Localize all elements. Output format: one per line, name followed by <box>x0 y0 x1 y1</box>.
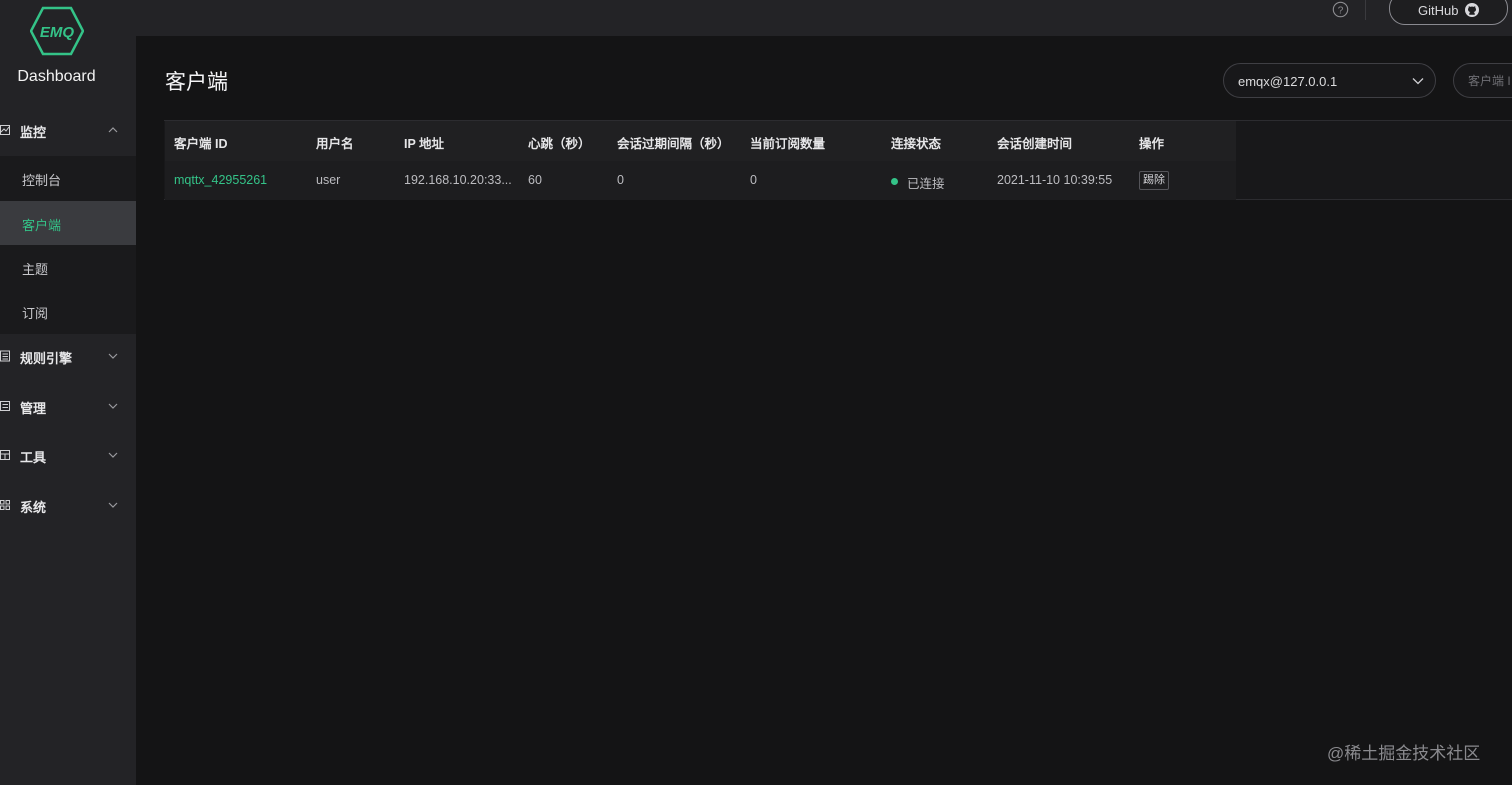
top-bar <box>136 0 1512 36</box>
menu-group-label: 规则引擎 <box>20 351 73 366</box>
chevron-up-icon <box>108 127 118 133</box>
emq-logo-icon: EMQ <box>30 6 84 56</box>
menu-group-monitor[interactable]: 监控 <box>0 108 136 154</box>
sidebar-item-topics[interactable]: 主题 <box>0 245 136 289</box>
status-badge: 已连接 <box>907 177 945 191</box>
column-header: 客户端 ID <box>174 137 228 151</box>
sidebar-item-subscriptions[interactable]: 订阅 <box>0 289 136 333</box>
column-header: 用户名 <box>316 137 354 151</box>
chevron-down-icon <box>108 403 118 409</box>
app-name: Dashboard <box>17 68 96 85</box>
menu-group-rule-engine[interactable]: 规则引擎 <box>0 334 136 380</box>
chevron-down-icon <box>1412 78 1424 85</box>
menu-group-tools[interactable]: 工具 <box>0 433 136 479</box>
menu-group-label: 系统 <box>20 500 47 515</box>
manage-icon <box>0 401 10 411</box>
menu-group-label: 管理 <box>20 401 47 416</box>
cell-created-at: 2021-11-10 10:39:55 <box>997 173 1113 187</box>
github-icon <box>1465 3 1479 17</box>
menu-group-label: 监控 <box>20 125 47 140</box>
chevron-down-icon <box>108 353 118 359</box>
sidebar-item-clients[interactable]: 客户端 <box>0 201 136 245</box>
cell-keepalive: 60 <box>528 173 542 187</box>
sidebar-item-dashboard[interactable]: 控制台 <box>0 156 136 200</box>
status-dot-icon <box>891 178 898 185</box>
watermark: @稀土掘金技术社区 <box>1327 744 1481 763</box>
cell-username: user <box>316 173 341 187</box>
cell-expiry: 0 <box>617 173 624 187</box>
column-header: IP 地址 <box>404 137 445 151</box>
help-icon[interactable]: ? <box>1332 1 1349 18</box>
column-header: 当前订阅数量 <box>750 137 826 151</box>
client-search-input[interactable] <box>1453 63 1512 98</box>
column-header: 操作 <box>1139 137 1165 151</box>
sidebar-item-label: 主题 <box>22 262 49 277</box>
node-select-value: emqx@127.0.0.1 <box>1238 74 1338 89</box>
github-button[interactable]: GitHub <box>1389 0 1508 25</box>
chart-icon <box>0 125 10 135</box>
column-header: 会话过期间隔（秒） <box>617 137 730 151</box>
github-label: GitHub <box>1418 3 1459 18</box>
kick-button[interactable]: 踢除 <box>1139 171 1169 190</box>
sidebar-item-label: 订阅 <box>22 306 49 321</box>
page-title: 客户端 <box>165 71 228 94</box>
column-header: 连接状态 <box>891 137 942 151</box>
grid-icon <box>0 500 10 510</box>
chevron-down-icon <box>108 502 118 508</box>
cell-subscriptions: 0 <box>750 173 757 187</box>
logo[interactable]: EMQ Dashboard <box>0 0 136 110</box>
menu-group-management[interactable]: 管理 <box>0 384 136 430</box>
chevron-down-icon <box>108 452 118 458</box>
sidebar: EMQ Dashboard 监控 控制台 客户端 主题 订阅 规则引擎 管理 工… <box>0 0 136 785</box>
clients-table: 客户端 ID 用户名 IP 地址 心跳（秒） 会话过期间隔（秒） 当前订阅数量 … <box>164 120 1512 200</box>
column-header: 心跳（秒） <box>528 137 591 151</box>
node-select[interactable]: emqx@127.0.0.1 <box>1223 63 1436 98</box>
topbar-divider <box>1365 0 1366 20</box>
menu-group-system[interactable]: 系统 <box>0 483 136 529</box>
sidebar-item-label: 控制台 <box>22 173 62 188</box>
client-id-link[interactable]: mqttx_42955261 <box>174 173 267 187</box>
list-icon <box>0 350 10 362</box>
column-header: 会话创建时间 <box>997 137 1073 151</box>
cell-ip: 192.168.10.20:33... <box>404 173 512 187</box>
logo-text: EMQ <box>40 24 75 41</box>
submenu-monitor: 控制台 客户端 主题 订阅 <box>0 156 136 334</box>
svg-text:?: ? <box>1338 5 1344 16</box>
sidebar-item-label: 客户端 <box>22 218 62 233</box>
menu-group-label: 工具 <box>20 450 47 465</box>
tool-icon <box>0 450 10 460</box>
